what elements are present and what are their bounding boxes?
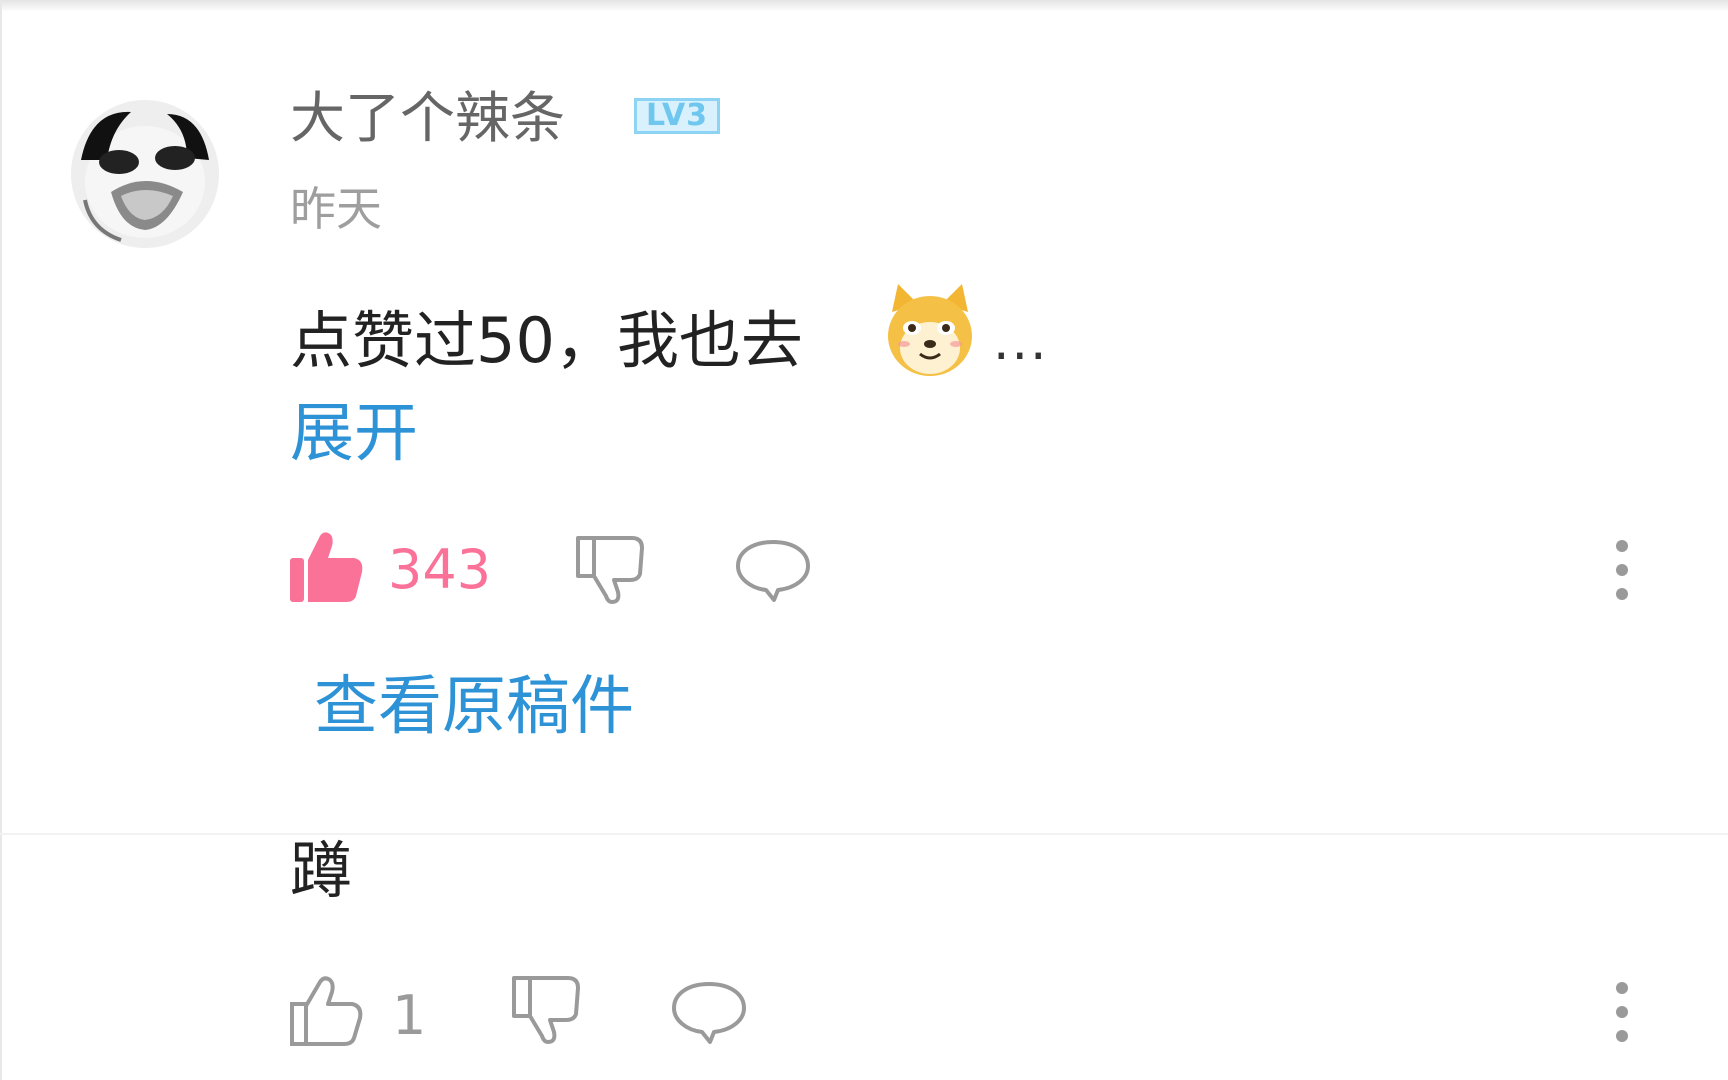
dislike-button[interactable] bbox=[574, 534, 646, 606]
reply-dislike-button[interactable] bbox=[510, 974, 582, 1046]
username[interactable]: 大了个辣条 bbox=[290, 86, 565, 150]
thumbs-down-icon bbox=[576, 536, 644, 604]
view-original-link[interactable]: 查看原稿件 bbox=[314, 670, 634, 744]
separator bbox=[0, 833, 1728, 835]
ellipsis: ... bbox=[993, 312, 1049, 372]
thumbs-up-icon bbox=[290, 976, 363, 1046]
reply-more-options-button[interactable] bbox=[1610, 980, 1634, 1044]
top-shadow bbox=[0, 0, 1728, 12]
doge-emoji-icon bbox=[888, 284, 972, 376]
comment-bubble-icon bbox=[672, 982, 746, 1044]
like-count: 343 bbox=[388, 538, 492, 601]
thumbs-down-icon bbox=[512, 976, 580, 1044]
reply-like-count: 1 bbox=[392, 984, 427, 1047]
thumbs-up-icon bbox=[290, 532, 363, 602]
left-border bbox=[0, 0, 2, 1080]
reply-like-button[interactable] bbox=[290, 974, 364, 1048]
avatar[interactable] bbox=[71, 100, 219, 248]
like-button[interactable] bbox=[290, 530, 364, 606]
reply-button[interactable] bbox=[734, 538, 812, 604]
comment-bubble-icon bbox=[736, 540, 810, 602]
panda-face-avatar-icon bbox=[71, 100, 219, 248]
reply-text: 蹲 bbox=[290, 834, 353, 907]
more-options-button[interactable] bbox=[1610, 538, 1634, 602]
expand-link[interactable]: 展开 bbox=[290, 398, 418, 470]
more-vertical-icon bbox=[1616, 540, 1628, 600]
more-vertical-icon bbox=[1616, 982, 1628, 1042]
reply-comment-button[interactable] bbox=[670, 980, 748, 1046]
timestamp: 昨天 bbox=[290, 182, 382, 236]
comment-text: 点赞过50，我也去 bbox=[290, 304, 803, 377]
level-badge: LV3 bbox=[634, 98, 720, 134]
